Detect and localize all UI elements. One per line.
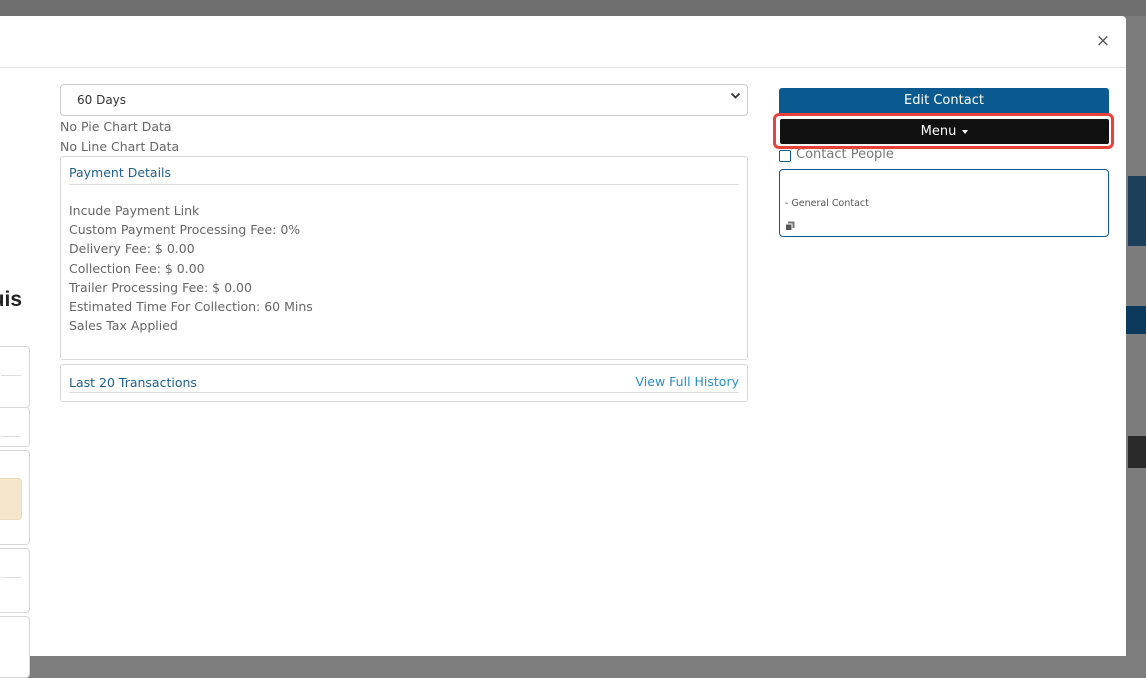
pie-chart-empty: No Pie Chart Data (60, 119, 172, 134)
divider (69, 184, 739, 185)
payment-detail-line: Sales Tax Applied (69, 318, 178, 333)
left-info-card (0, 548, 30, 613)
contact-name-heading: uis (0, 288, 22, 311)
payment-detail-line: Delivery Fee: $ 0.00 (69, 241, 195, 256)
payment-detail-line: Trailer Processing Fee: $ 0.00 (69, 280, 252, 295)
divider (1, 375, 21, 376)
modal-header: × (0, 16, 1126, 68)
contact-card[interactable]: - General Contact (779, 169, 1109, 237)
edit-contact-button[interactable]: Edit Contact (779, 88, 1109, 114)
close-icon[interactable]: × (1094, 30, 1112, 52)
left-info-card (0, 346, 30, 408)
period-select[interactable]: 60 Days (60, 84, 748, 116)
backdrop-panel (1128, 176, 1146, 246)
left-info-card (0, 616, 30, 678)
copy-icon[interactable] (785, 216, 795, 231)
left-notice (0, 478, 22, 520)
transactions-title: Last 20 Transactions (69, 375, 197, 390)
transactions-panel: Last 20 Transactions View Full History (60, 364, 748, 402)
left-info-card (0, 407, 30, 447)
payment-details-title: Payment Details (69, 165, 172, 180)
caret-down-icon (962, 129, 969, 134)
chevron-down-icon (730, 90, 741, 105)
backdrop-navbar (0, 0, 1146, 16)
period-select-value: 60 Days (77, 93, 127, 107)
payment-detail-line: Custom Payment Processing Fee: 0% (69, 222, 301, 237)
line-chart-empty: No Line Chart Data (60, 139, 180, 154)
payment-detail-line: Collection Fee: $ 0.00 (69, 261, 205, 276)
contact-people-checkbox[interactable] (779, 150, 791, 162)
payment-detail-line: Incude Payment Link (69, 203, 200, 218)
payment-detail-line: Estimated Time For Collection: 60 Mins (69, 299, 313, 314)
contact-type: - General Contact (785, 198, 869, 209)
divider (1, 436, 21, 437)
menu-button-label: Menu (920, 124, 957, 139)
backdrop-block (1128, 436, 1146, 468)
divider (69, 392, 739, 393)
menu-button[interactable]: Menu (780, 119, 1109, 144)
contact-people-label: Contact People (796, 147, 894, 162)
divider (1, 577, 21, 578)
view-full-history-link[interactable]: View Full History (636, 374, 739, 389)
payment-details-panel: Payment Details Incude Payment Link Cust… (60, 156, 748, 360)
contact-modal: × uis 60 Days No Pie Chart Data No Line … (0, 16, 1126, 678)
